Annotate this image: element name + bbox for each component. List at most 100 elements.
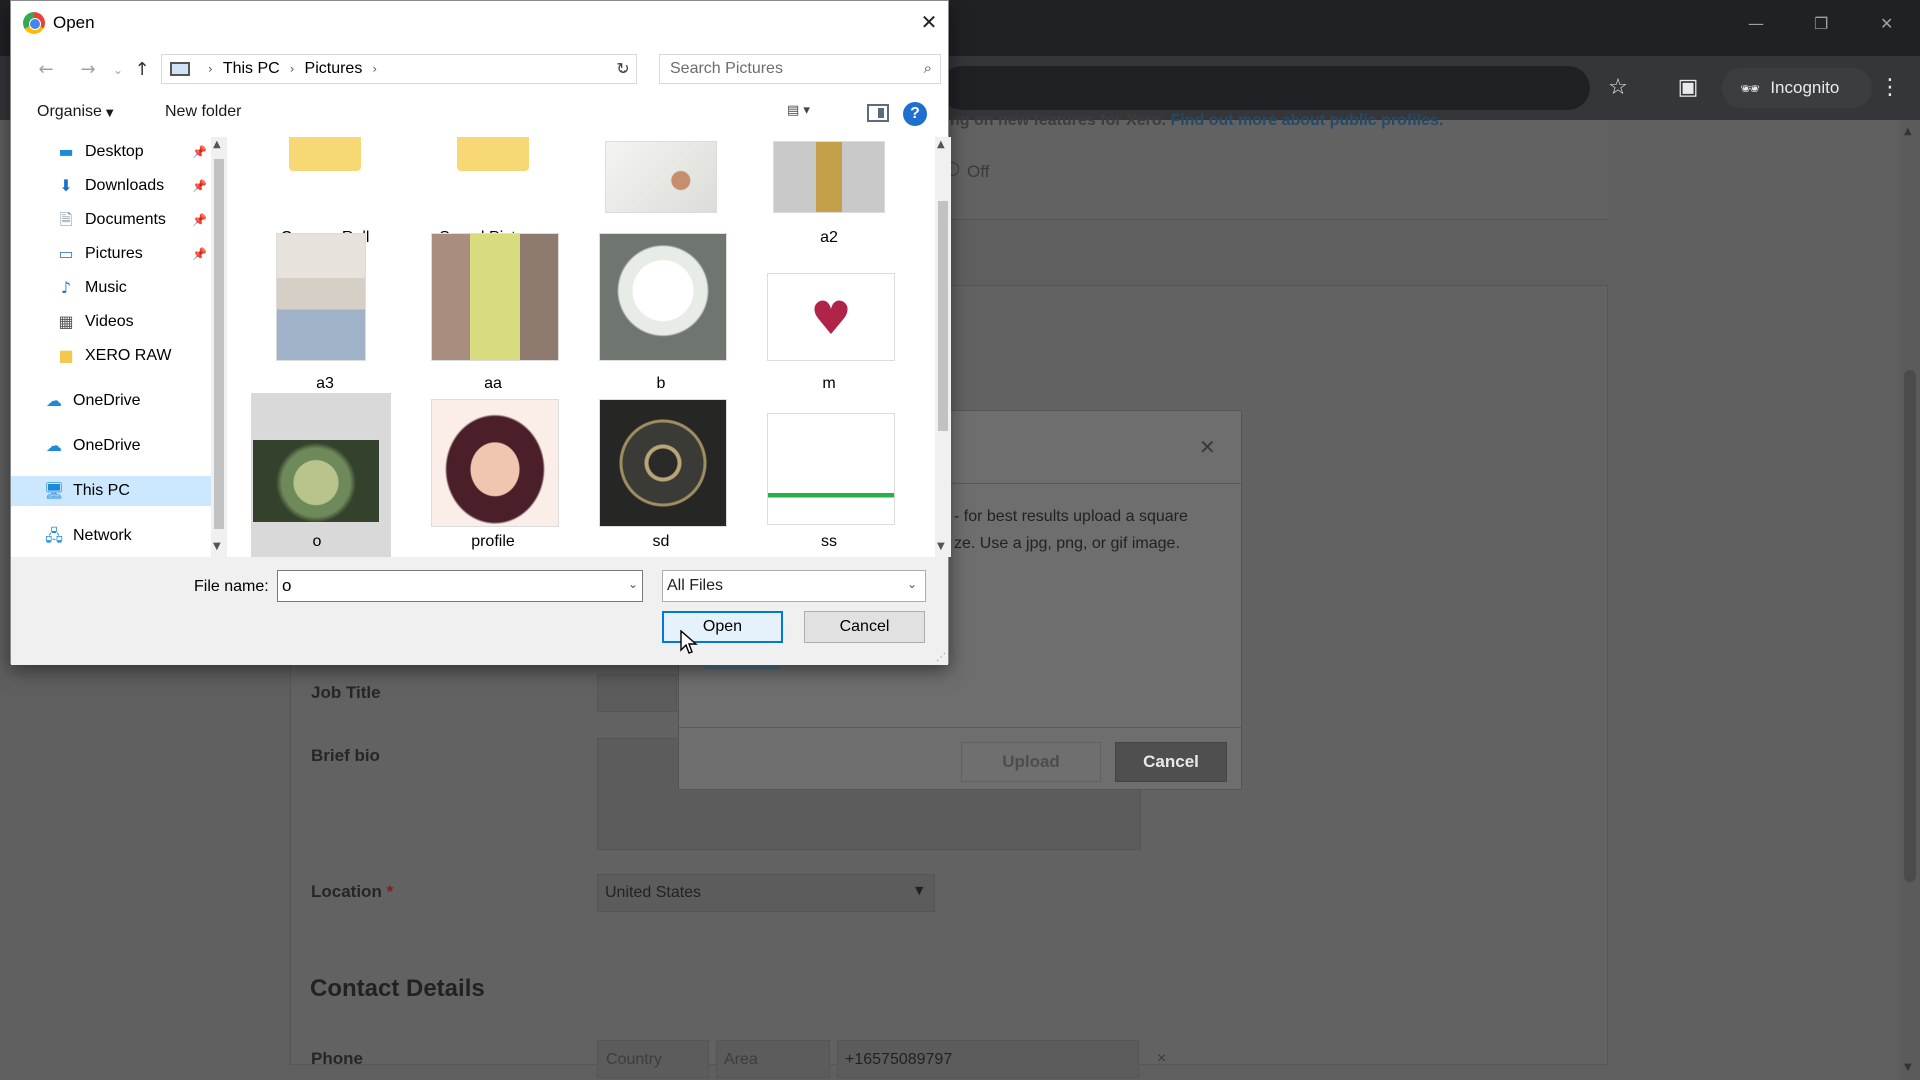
- dialog-address-bar[interactable]: › This PC › Pictures › ⌄: [161, 54, 637, 84]
- file-tile-sd[interactable]: sd: [587, 393, 735, 553]
- downloads-icon: ⬇: [59, 176, 73, 195]
- nav-item-label: Pictures: [85, 245, 143, 262]
- search-icon[interactable]: ⌕: [924, 59, 932, 77]
- onedrive-icon: ☁: [46, 391, 62, 410]
- scroll-down-icon[interactable]: ▼: [937, 541, 945, 552]
- nav-item-label: Music: [85, 279, 127, 296]
- file-tile-m[interactable]: ♥ m: [755, 231, 903, 392]
- bookmark-star-icon[interactable]: ☆: [1604, 74, 1632, 102]
- file-tile-b[interactable]: b: [587, 231, 735, 392]
- recent-locations-icon[interactable]: ⌄: [105, 57, 131, 83]
- nav-item-this-pc[interactable]: 🖥 This PC: [11, 476, 211, 506]
- job-title-input[interactable]: [597, 674, 677, 712]
- location-dropdown-icon[interactable]: ▼: [915, 884, 923, 897]
- nav-item-label: Network: [73, 527, 132, 544]
- breadcrumb-separator-icon[interactable]: ›: [208, 62, 213, 76]
- up-arrow-icon[interactable]: ↑: [129, 57, 155, 83]
- onedrive-icon: ☁: [46, 436, 62, 455]
- search-input[interactable]: [670, 59, 890, 79]
- chevron-down-icon[interactable]: ⌄: [628, 577, 638, 591]
- organise-menu[interactable]: Organise ▼: [37, 103, 114, 121]
- documents-icon: 🗎: [59, 210, 73, 229]
- minimize-icon[interactable]: —: [1748, 14, 1764, 33]
- cancel-button[interactable]: Cancel: [804, 611, 925, 643]
- modal-cancel-button[interactable]: Cancel: [1115, 742, 1227, 782]
- file-type-select[interactable]: All Files ⌄: [662, 570, 926, 602]
- incognito-badge[interactable]: 🕶 Incognito: [1722, 68, 1872, 108]
- scroll-down-icon[interactable]: ▼: [1904, 1062, 1912, 1073]
- file-tile-a3[interactable]: a3: [251, 231, 399, 392]
- pin-icon: 📌: [192, 247, 207, 261]
- phone-area-placeholder: Area: [724, 1051, 758, 1068]
- dialog-close-icon[interactable]: ✕: [914, 7, 944, 37]
- folder-icon: ■: [58, 346, 74, 365]
- forward-arrow-icon[interactable]: →: [75, 57, 101, 83]
- nav-item-music[interactable]: ♪ Music: [11, 273, 211, 303]
- refresh-icon[interactable]: ↻: [611, 57, 635, 81]
- close-window-icon[interactable]: ✕: [1880, 14, 1893, 33]
- upload-button[interactable]: Upload: [961, 742, 1101, 782]
- image-thumbnail: [276, 233, 366, 361]
- file-tile-profile[interactable]: profile: [419, 393, 567, 553]
- videos-icon: ▦: [58, 312, 74, 331]
- file-tile-o[interactable]: o: [251, 393, 391, 557]
- nav-item-videos[interactable]: ▦ Videos: [11, 307, 211, 337]
- page-scrollbar[interactable]: ▲ ▼: [1900, 120, 1920, 1080]
- navigation-scrollbar[interactable]: ▲ ▼: [211, 137, 227, 557]
- file-tile-ss[interactable]: ss: [755, 393, 903, 553]
- desktop-icon: ▬: [58, 142, 74, 161]
- scroll-up-icon[interactable]: ▲: [937, 139, 945, 150]
- dialog-search-box[interactable]: ⌕: [659, 54, 941, 84]
- folder-icon: [289, 137, 361, 171]
- breadcrumb-pictures[interactable]: Pictures: [305, 60, 363, 78]
- file-open-dialog: Open ✕ ← → ⌄ ↑ › This PC › Pictures › ⌄ …: [10, 0, 951, 665]
- this-pc-icon: 🖥: [43, 481, 65, 500]
- back-arrow-icon[interactable]: ←: [33, 57, 59, 83]
- nav-item-label: This PC: [73, 482, 130, 499]
- browser-menu-icon[interactable]: ⋮: [1876, 74, 1904, 102]
- breadcrumb-this-pc[interactable]: This PC: [223, 60, 280, 78]
- page-scrollbar-thumb[interactable]: [1904, 370, 1916, 882]
- file-name-input[interactable]: [282, 575, 602, 597]
- nav-item-label: Desktop: [85, 143, 144, 160]
- this-pc-small-icon: [170, 62, 190, 76]
- file-grid-scrollbar[interactable]: ▲ ▼: [935, 137, 951, 557]
- nav-item-onedrive[interactable]: ☁ OneDrive: [11, 386, 211, 416]
- nav-item-pictures[interactable]: ▭ Pictures 📌: [11, 239, 211, 269]
- navigation-scrollbar-thumb[interactable]: [214, 159, 224, 529]
- file-label: a3: [316, 375, 334, 392]
- file-name-field[interactable]: ⌄: [277, 570, 643, 602]
- phone-clear-icon[interactable]: ×: [1157, 1050, 1166, 1068]
- resize-grip-icon[interactable]: ⋰: [936, 652, 946, 663]
- side-panel-icon[interactable]: ▣: [1674, 74, 1702, 102]
- nav-item-desktop[interactable]: ▬ Desktop 📌: [11, 137, 211, 167]
- off-label: Off: [967, 162, 990, 181]
- scroll-up-icon[interactable]: ▲: [1904, 126, 1912, 137]
- address-bar[interactable]: [940, 66, 1590, 110]
- nav-item-network[interactable]: 🖧 Network: [11, 521, 211, 551]
- file-grid-scrollbar-thumb[interactable]: [938, 201, 948, 431]
- nav-item-onedrive-2[interactable]: ☁ OneDrive: [11, 431, 211, 461]
- chevron-down-icon: ▼: [105, 108, 114, 119]
- phone-label: Phone: [311, 1049, 363, 1068]
- preview-pane-icon[interactable]: [867, 104, 889, 122]
- file-tile-aa[interactable]: aa: [419, 231, 567, 392]
- public-profile-link[interactable]: Find out more about public profiles.: [1170, 112, 1443, 129]
- breadcrumb-separator-icon[interactable]: ›: [290, 62, 295, 76]
- scroll-down-icon[interactable]: ▼: [213, 541, 221, 552]
- dialog-title: Open: [53, 13, 95, 32]
- help-icon[interactable]: ?: [903, 102, 927, 126]
- nav-item-documents[interactable]: 🗎 Documents 📌: [11, 205, 211, 235]
- nav-item-downloads[interactable]: ⬇ Downloads 📌: [11, 171, 211, 201]
- scroll-up-icon[interactable]: ▲: [213, 139, 221, 150]
- file-label: profile: [471, 533, 515, 550]
- nav-item-label: Videos: [85, 313, 134, 330]
- new-folder-button[interactable]: New folder: [165, 103, 241, 121]
- change-view-icon[interactable]: ▤ ▾: [787, 103, 837, 125]
- breadcrumb-separator-icon[interactable]: ›: [372, 62, 377, 76]
- restore-icon[interactable]: ❐: [1814, 14, 1828, 33]
- file-type-value: All Files: [667, 577, 724, 594]
- nav-item-xero-raw[interactable]: ■ XERO RAW: [11, 341, 211, 371]
- modal-close-icon[interactable]: ✕: [1199, 435, 1216, 459]
- nav-item-label: Downloads: [85, 177, 165, 194]
